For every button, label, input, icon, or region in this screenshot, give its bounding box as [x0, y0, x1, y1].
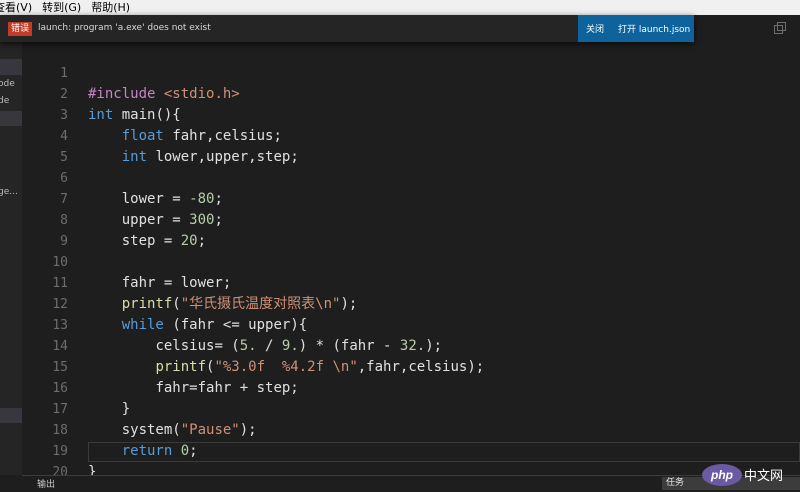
notification-message: launch: program 'a.exe' does not exist	[38, 23, 211, 33]
error-badge: 错误	[8, 22, 33, 36]
code-line: 5	[22, 126, 800, 165]
task-select-value: 任务	[666, 478, 685, 488]
code-line: 11 printf("华氏摄氏温度对照表\n");	[22, 252, 800, 312]
code-line: 10 fahr = lower;	[22, 231, 800, 291]
code-line: 20	[22, 441, 800, 475]
code-line: 12 while (fahr <= upper){	[22, 273, 800, 333]
code-line: 9	[22, 210, 800, 249]
code-line: 1 #include <stdio.h>	[22, 42, 800, 102]
split-editor-icon[interactable]	[774, 22, 786, 34]
code-line: 14 printf("%3.0f %4.2f \n",fahr,celsius)…	[22, 315, 800, 375]
logo-cn-text: 中文网	[744, 469, 783, 484]
menu-view[interactable]: 查看(V)	[0, 0, 32, 15]
code-line: 13 celsius= (5. / 9.) * (fahr - 32.);	[22, 294, 800, 354]
error-notification: 错误 launch: program 'a.exe' does not exis…	[0, 15, 694, 42]
code-line: 4 int lower,upper,step;	[22, 105, 800, 165]
code-line: 6 lower = -80;	[22, 147, 800, 207]
code-editor[interactable]: 1 #include <stdio.h> 2 int main(){ 3 flo…	[22, 42, 800, 475]
sidebar-highlight-row[interactable]	[0, 111, 22, 126]
open-launch-json-button[interactable]: 打开 launch.json	[618, 22, 690, 35]
menu-goto[interactable]: 转到(G)	[42, 0, 81, 15]
close-button[interactable]: 关闭	[586, 22, 604, 35]
logo-php-text: php	[710, 468, 733, 482]
sidebar-item-3[interactable]: ge...	[0, 187, 18, 197]
code-line: 21	[22, 462, 800, 475]
code-line: 7 upper = 300;	[22, 168, 800, 228]
code-line: 16 }	[22, 357, 800, 417]
menu-bar: 查看(V) 转到(G) 帮助(H)	[0, 0, 800, 15]
code-line: 17 system("Pause");	[22, 378, 800, 438]
code-line: 3 float fahr,celsius;	[22, 84, 800, 144]
sidebar-item-1[interactable]: ode	[0, 79, 15, 89]
php-cn-logo: php 中文网	[702, 464, 783, 486]
notification-actions: 关闭 打开 launch.json	[578, 15, 694, 42]
output-panel-title[interactable]: 输出	[37, 477, 55, 490]
output-panel-header: 输出 任务 ▼	[22, 475, 800, 492]
code-line: 2 int main(){	[22, 63, 800, 123]
code-line: 18 return 0;	[22, 399, 800, 459]
code-line: 15 fahr=fahr + step;	[22, 336, 800, 396]
sidebar: ode de ge...	[0, 15, 22, 475]
sidebar-selected-row[interactable]	[0, 59, 22, 75]
sidebar-lower-row[interactable]	[0, 408, 22, 423]
sidebar-item-2[interactable]: de	[0, 96, 9, 106]
menu-help[interactable]: 帮助(H)	[91, 0, 130, 15]
code-line: 8 step = 20;	[22, 189, 800, 249]
code-line: 19 }	[22, 420, 800, 475]
